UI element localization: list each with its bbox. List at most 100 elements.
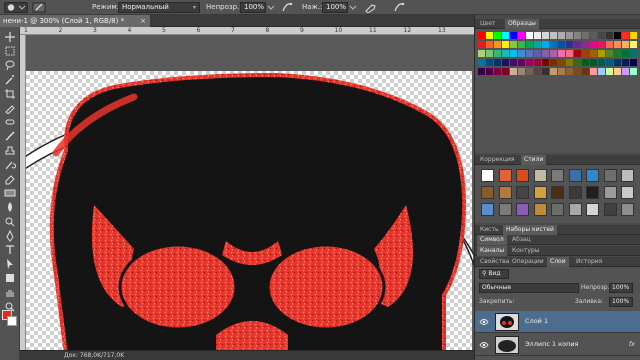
tab-actions[interactable]: Операции bbox=[509, 257, 547, 267]
pressure-size-icon[interactable] bbox=[392, 2, 406, 13]
swatch[interactable] bbox=[550, 41, 557, 48]
swatch[interactable] bbox=[534, 50, 541, 57]
swatch[interactable] bbox=[526, 32, 533, 39]
swatch[interactable] bbox=[502, 59, 509, 66]
swatch[interactable] bbox=[494, 59, 501, 66]
swatch[interactable] bbox=[630, 41, 637, 48]
swatch[interactable] bbox=[534, 59, 541, 66]
canvas-area[interactable] bbox=[26, 35, 474, 350]
swatch[interactable] bbox=[550, 68, 557, 75]
style-preset[interactable] bbox=[568, 186, 582, 199]
swatch[interactable] bbox=[510, 32, 517, 39]
swatch[interactable] bbox=[614, 32, 621, 39]
swatch[interactable] bbox=[542, 50, 549, 57]
swatch[interactable] bbox=[582, 50, 589, 57]
brush-icon[interactable] bbox=[4, 130, 16, 142]
style-preset[interactable] bbox=[603, 169, 617, 182]
style-preset[interactable] bbox=[481, 203, 494, 216]
swatch[interactable] bbox=[566, 59, 573, 66]
swatch[interactable] bbox=[606, 50, 613, 57]
tab-channels[interactable]: Каналы bbox=[477, 246, 508, 256]
style-preset[interactable] bbox=[516, 169, 529, 182]
tab-layers[interactable]: Слои bbox=[547, 257, 569, 267]
type-icon[interactable] bbox=[4, 244, 16, 256]
path-select-icon[interactable] bbox=[4, 258, 16, 270]
swatch[interactable] bbox=[598, 50, 605, 57]
style-preset[interactable] bbox=[551, 169, 564, 182]
layer-filter-select[interactable]: ⚲ Вид bbox=[479, 269, 509, 279]
swatch[interactable] bbox=[558, 41, 565, 48]
swatch[interactable] bbox=[590, 50, 597, 57]
move-icon[interactable] bbox=[4, 31, 16, 43]
layer-row-2[interactable]: Эллипс 1 копия fx bbox=[475, 334, 640, 356]
style-preset[interactable] bbox=[603, 203, 617, 216]
swatch[interactable] bbox=[510, 41, 517, 48]
stamp-icon[interactable] bbox=[4, 145, 16, 157]
swatch[interactable] bbox=[606, 68, 613, 75]
swatch[interactable] bbox=[630, 68, 637, 75]
style-preset[interactable] bbox=[533, 186, 547, 199]
tool-preset-picker[interactable] bbox=[4, 2, 28, 13]
swatch[interactable] bbox=[526, 50, 533, 57]
swatch[interactable] bbox=[574, 32, 581, 39]
swatch[interactable] bbox=[510, 59, 517, 66]
swatch[interactable] bbox=[526, 41, 533, 48]
style-preset[interactable] bbox=[621, 169, 634, 182]
style-preset[interactable] bbox=[498, 203, 512, 216]
style-preset[interactable] bbox=[568, 169, 582, 182]
swatch[interactable] bbox=[486, 50, 493, 57]
swatch[interactable] bbox=[622, 32, 629, 39]
tab-styles[interactable]: Стили bbox=[521, 155, 547, 165]
swatch[interactable] bbox=[550, 50, 557, 57]
swatch[interactable] bbox=[606, 41, 613, 48]
pen-icon[interactable] bbox=[4, 229, 16, 242]
style-preset[interactable] bbox=[516, 203, 529, 216]
healing-icon[interactable] bbox=[4, 116, 16, 128]
swatch[interactable] bbox=[542, 68, 549, 75]
swatch[interactable] bbox=[614, 59, 621, 66]
swatch[interactable] bbox=[502, 50, 509, 57]
swatch[interactable] bbox=[622, 41, 629, 48]
swatch[interactable] bbox=[614, 41, 621, 48]
layer-effects-icon[interactable]: fx bbox=[629, 340, 635, 348]
swatch[interactable] bbox=[518, 59, 525, 66]
layer-row-1[interactable]: Слой 1 bbox=[475, 311, 640, 333]
gradient-icon[interactable] bbox=[4, 187, 16, 199]
swatch[interactable] bbox=[494, 41, 501, 48]
flow-dropdown-icon[interactable] bbox=[349, 2, 357, 13]
style-preset[interactable] bbox=[533, 203, 547, 216]
style-preset[interactable] bbox=[586, 186, 599, 199]
lasso-icon[interactable] bbox=[4, 59, 16, 71]
swatch[interactable] bbox=[510, 68, 517, 75]
tab-color[interactable]: Цвет bbox=[477, 19, 498, 29]
swatch[interactable] bbox=[622, 68, 629, 75]
tab-properties[interactable]: Свойства bbox=[477, 257, 512, 267]
tab-swatches[interactable]: Образцы bbox=[505, 19, 539, 29]
swatch[interactable] bbox=[614, 50, 621, 57]
swatch[interactable] bbox=[582, 41, 589, 48]
swatch[interactable] bbox=[518, 32, 525, 39]
swatch[interactable] bbox=[590, 68, 597, 75]
swatch[interactable] bbox=[478, 59, 485, 66]
style-preset[interactable] bbox=[551, 186, 564, 199]
swatch[interactable] bbox=[534, 41, 541, 48]
style-preset[interactable] bbox=[516, 186, 529, 199]
style-preset[interactable] bbox=[498, 169, 512, 182]
dodge-icon[interactable] bbox=[4, 216, 16, 228]
magic-wand-icon[interactable] bbox=[4, 74, 16, 86]
swatch[interactable] bbox=[542, 41, 549, 48]
eyedropper-icon[interactable] bbox=[4, 102, 16, 115]
style-preset[interactable] bbox=[481, 169, 494, 182]
opacity-dropdown-icon[interactable] bbox=[267, 2, 275, 13]
swatch[interactable] bbox=[502, 41, 509, 48]
eye-icon[interactable] bbox=[479, 340, 489, 350]
eye-icon[interactable] bbox=[479, 317, 489, 327]
swatch[interactable] bbox=[622, 50, 629, 57]
swatch[interactable] bbox=[494, 32, 501, 39]
blend-mode-select[interactable]: Обычные bbox=[479, 283, 579, 293]
swatch[interactable] bbox=[590, 41, 597, 48]
swatch[interactable] bbox=[502, 68, 509, 75]
swatch[interactable] bbox=[630, 50, 637, 57]
swatch[interactable] bbox=[494, 50, 501, 57]
hand-icon[interactable] bbox=[4, 287, 16, 299]
